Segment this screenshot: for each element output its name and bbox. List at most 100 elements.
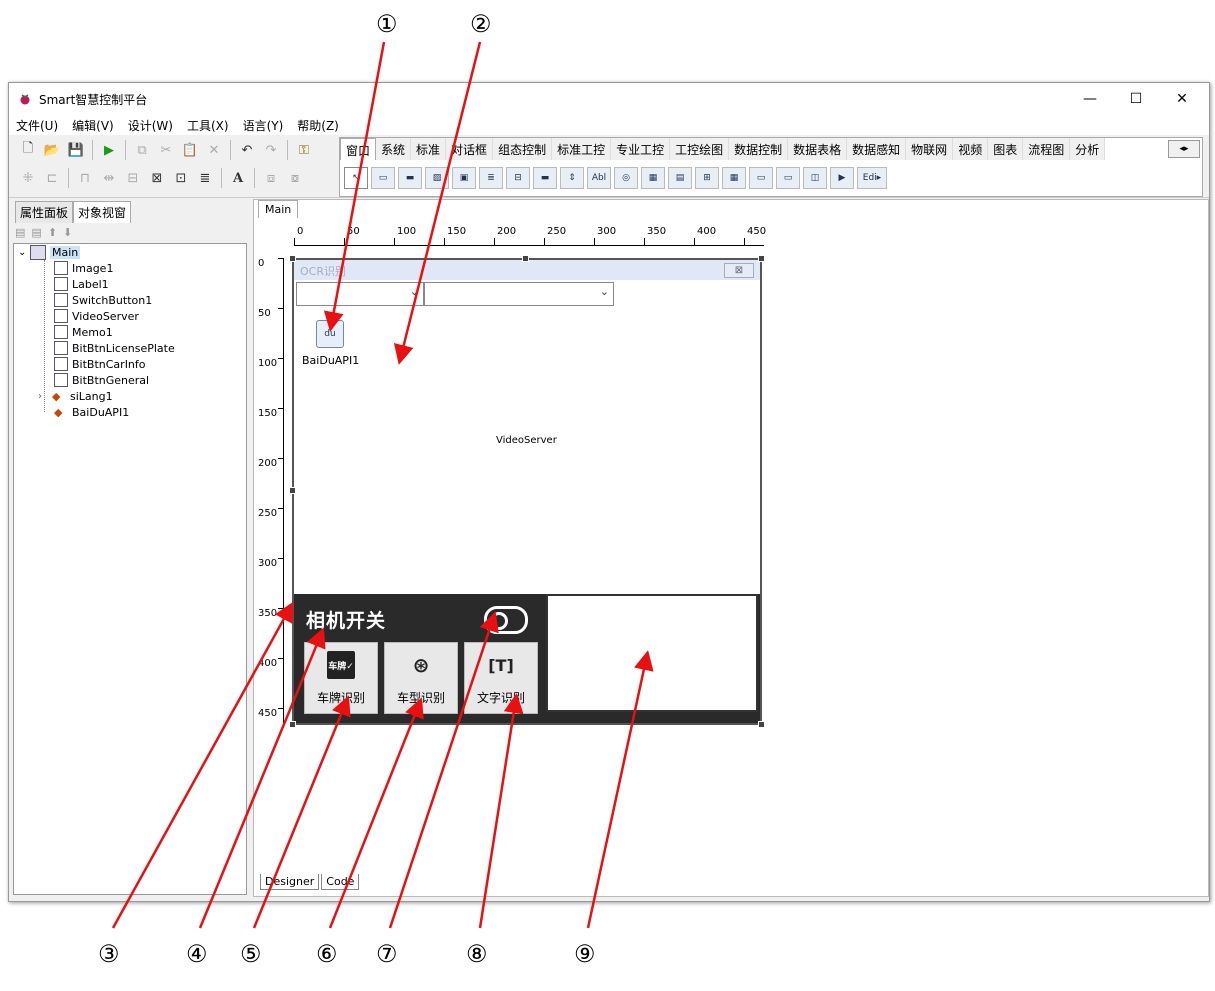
run-icon[interactable]: ▶ [98,139,120,161]
font-icon[interactable]: A [227,167,249,189]
redo-icon[interactable]: ↷ [260,139,282,161]
align-left-icon[interactable]: ⊏ [41,167,63,189]
lock-controls-icon[interactable]: ⊡ [170,167,192,189]
menu-tools[interactable]: 工具(X) [180,115,236,134]
palette-tab-scada[interactable]: 组态控制 [493,138,553,160]
license-plate-button[interactable]: 车牌✓ 车牌识别 [304,642,378,714]
tab-main[interactable]: Main [258,200,299,218]
palette-tab-flowchart[interactable]: 流程图 [1023,138,1071,160]
tree-item[interactable]: SwitchButton1 [54,292,152,308]
cut-icon[interactable]: ✂ [155,139,177,161]
palette-component-icon[interactable]: ▬ [398,167,422,189]
palette-tab-window[interactable]: 窗口 [340,138,377,160]
pointer-icon[interactable]: ↖ [344,167,368,189]
palette-component-icon[interactable]: ▶ [830,167,854,189]
palette-component-icon[interactable]: ◎ [614,167,638,189]
resize-handle[interactable] [522,255,529,262]
palette-tab-chart[interactable]: 图表 [988,138,1024,160]
palette-component-icon[interactable]: ◫ [803,167,827,189]
tree-item[interactable]: Image1 [54,260,113,276]
bring-front-icon[interactable]: ⧈ [260,167,282,189]
space-horizontal-icon[interactable]: ⇹ [98,167,120,189]
tree-item[interactable]: BitBtnLicensePlate [54,340,175,356]
memo-box[interactable] [546,594,758,712]
tree-item[interactable]: ◆ BaiDuAPI1 [54,404,129,420]
resize-handle[interactable] [289,255,296,262]
open-folder-icon[interactable]: 📂 [41,139,63,161]
maximize-button[interactable]: ☐ [1121,89,1151,109]
tab-order-icon[interactable]: ≣ [194,167,216,189]
palette-scroll-arrows[interactable]: ◂▸ [1168,140,1200,158]
palette-tab-data-control[interactable]: 数据控制 [729,138,789,160]
resize-handle[interactable] [758,721,765,728]
tab-designer[interactable]: Designer [260,874,320,890]
tree-item[interactable]: Memo1 [54,324,113,340]
menu-help[interactable]: 帮助(Z) [290,115,346,134]
send-back-icon[interactable]: ⧇ [284,167,306,189]
camera-combo[interactable]: ⌄ [296,282,424,306]
menu-design[interactable]: 设计(W) [121,115,180,134]
car-model-button[interactable]: ⊛ 车型识别 [384,642,458,714]
palette-component-icon[interactable]: ▦ [641,167,665,189]
minimize-button[interactable]: — [1075,89,1105,109]
remove-node-icon[interactable]: ▤ [31,226,41,239]
menu-language[interactable]: 语言(Y) [236,115,291,134]
move-up-icon[interactable]: ⬆ [48,226,57,239]
add-node-icon[interactable]: ▤ [15,226,25,239]
tree-item[interactable]: Label1 [54,276,109,292]
tree-item[interactable]: BitBtnCarInfo [54,356,146,372]
palette-component-icon[interactable]: Edi▸ [857,167,887,189]
move-down-icon[interactable]: ⬇ [63,226,72,239]
text-recognition-button[interactable]: [T] 文字识别 [464,642,538,714]
tab-code[interactable]: Code [321,874,360,890]
palette-component-icon[interactable]: Abl [587,167,611,189]
copy-icon[interactable]: ⧉ [131,139,153,161]
palette-component-icon[interactable]: ⇕ [560,167,584,189]
switch-button[interactable] [484,606,528,634]
space-vertical-icon[interactable]: ⊟ [122,167,144,189]
palette-tab-dialog[interactable]: 对话框 [446,138,494,160]
palette-tab-data-sensing[interactable]: 数据感知 [847,138,907,160]
palette-component-icon[interactable]: ≣ [479,167,503,189]
close-button[interactable]: ✕ [1167,89,1197,109]
palette-tab-analysis[interactable]: 分析 [1070,138,1106,160]
palette-tab-video[interactable]: 视频 [953,138,989,160]
resize-handle[interactable] [289,487,296,494]
tree-item[interactable]: BitBtnGeneral [54,372,149,388]
palette-tab-industrial-drawing[interactable]: 工控绘图 [670,138,730,160]
palette-tab-std-industrial[interactable]: 标准工控 [552,138,612,160]
palette-tab-standard[interactable]: 标准 [411,138,447,160]
tab-object-view[interactable]: 对象视窗 [73,201,132,223]
palette-component-icon[interactable]: ▭ [749,167,773,189]
tree-root-main[interactable]: ⌄ Main [18,244,81,260]
palette-tab-system[interactable]: 系统 [376,138,412,160]
palette-component-icon[interactable]: ▨ [425,167,449,189]
palette-component-icon[interactable]: ▭ [776,167,800,189]
object-tree[interactable]: ⌄ Main Image1 Label1 SwitchButton1 Video… [13,243,247,895]
palette-tab-data-table[interactable]: 数据表格 [788,138,848,160]
tree-expand-icon[interactable]: › [38,391,52,402]
palette-component-icon[interactable]: ▦ [722,167,746,189]
tab-properties[interactable]: 属性面板 [15,201,74,223]
undo-icon[interactable]: ↶ [236,139,258,161]
palette-component-icon[interactable]: ▭ [371,167,395,189]
save-icon[interactable]: 💾 [65,139,87,161]
tree-item[interactable]: VideoServer [54,308,139,324]
tree-item[interactable]: › ◆ siLang1 [38,388,113,404]
resize-handle[interactable] [289,721,296,728]
align-grid-icon[interactable]: ⁜ [17,167,39,189]
resolution-combo[interactable]: ⌄ [424,282,614,306]
palette-component-icon[interactable]: ⊟ [506,167,530,189]
palette-tab-pro-industrial[interactable]: 专业工控 [611,138,671,160]
design-canvas[interactable]: 0 50 100 150 200 250 300 350 400 450 0 5… [254,218,1208,868]
paste-icon[interactable]: 📋 [179,139,201,161]
delete-icon[interactable]: ✕ [203,139,225,161]
palette-component-icon[interactable]: ▬ [533,167,557,189]
align-top-icon[interactable]: ⊓ [74,167,96,189]
select-tab-order-icon[interactable]: ⊠ [146,167,168,189]
new-file-icon[interactable]: 🗋 [17,139,39,161]
palette-tab-iot[interactable]: 物联网 [906,138,954,160]
tree-expand-icon[interactable]: ⌄ [18,247,30,258]
key-icon[interactable]: ⚿ [293,139,315,161]
palette-component-icon[interactable]: ⊞ [695,167,719,189]
